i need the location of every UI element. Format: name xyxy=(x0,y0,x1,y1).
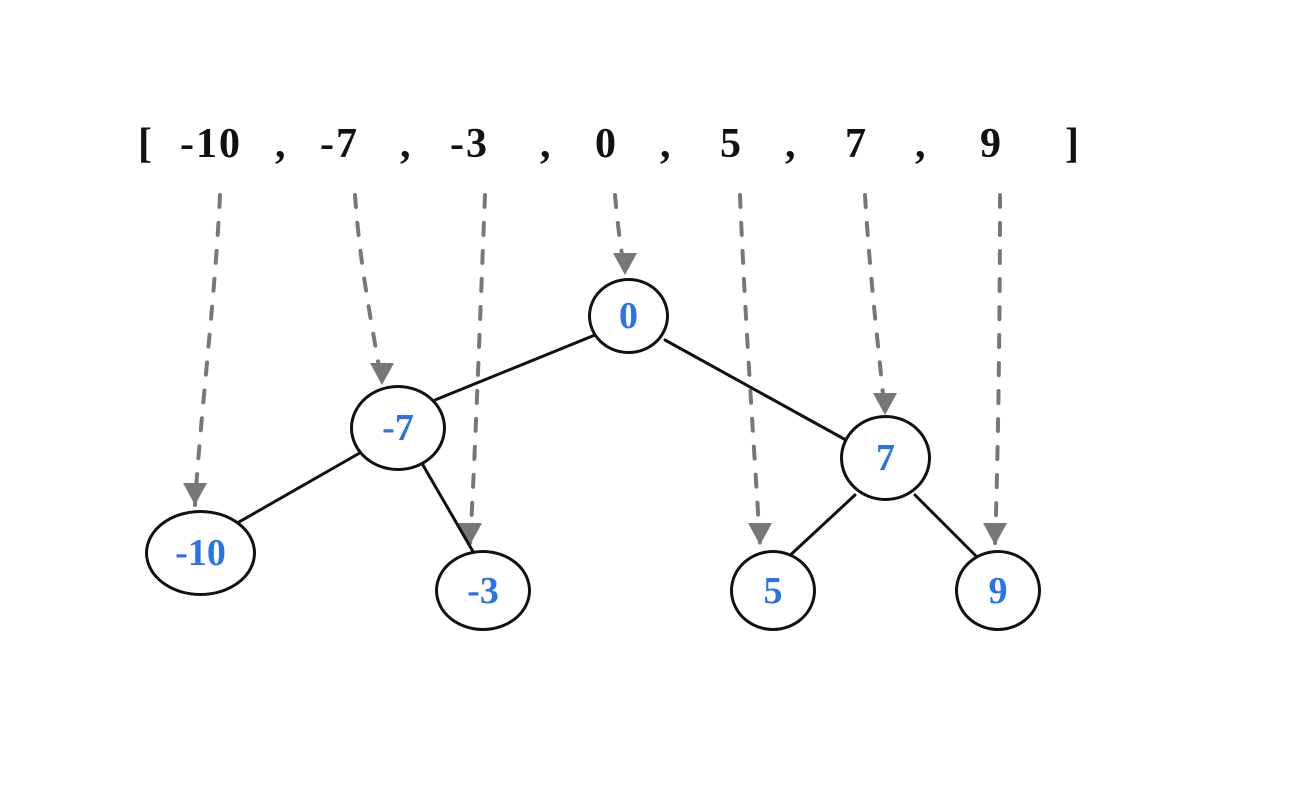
node-left-right: -3 xyxy=(435,550,531,631)
arrow-5 xyxy=(865,195,885,415)
diagram-canvas: [ -10 , -7 , -3 , 0 , 5 , 7 , 9 ] xyxy=(0,0,1309,806)
arrow-1-head xyxy=(370,363,394,385)
edge-root-left xyxy=(435,335,595,400)
node-right-value: 7 xyxy=(876,436,895,480)
arrow-4-head xyxy=(748,523,772,545)
arrow-3-head xyxy=(613,253,637,275)
node-right-right: 9 xyxy=(955,550,1041,631)
node-left-right-value: -3 xyxy=(467,569,499,613)
node-left-left-value: -10 xyxy=(175,531,226,575)
edge-L-LR xyxy=(420,460,475,555)
arrow-0 xyxy=(195,195,220,505)
edge-R-RL xyxy=(785,495,855,560)
edge-R-RR xyxy=(915,495,980,560)
edge-root-right xyxy=(665,340,855,445)
node-left-value: -7 xyxy=(382,406,414,450)
node-left: -7 xyxy=(350,385,446,471)
arrow-5-head xyxy=(873,393,897,415)
node-right-right-value: 9 xyxy=(989,569,1008,613)
arrow-6 xyxy=(995,195,1000,545)
node-left-left: -10 xyxy=(145,510,256,596)
node-right-left-value: 5 xyxy=(764,569,783,613)
arrow-1 xyxy=(355,195,382,385)
node-root: 0 xyxy=(588,278,669,354)
edge-L-LL xyxy=(225,450,365,530)
node-root-value: 0 xyxy=(619,294,638,338)
svg-layer xyxy=(0,0,1309,806)
node-right-left: 5 xyxy=(730,550,816,631)
node-right: 7 xyxy=(840,415,931,501)
arrow-4 xyxy=(740,195,760,545)
arrow-0-head xyxy=(183,483,207,505)
arrow-6-head xyxy=(983,523,1007,545)
arrow-2 xyxy=(470,195,485,545)
